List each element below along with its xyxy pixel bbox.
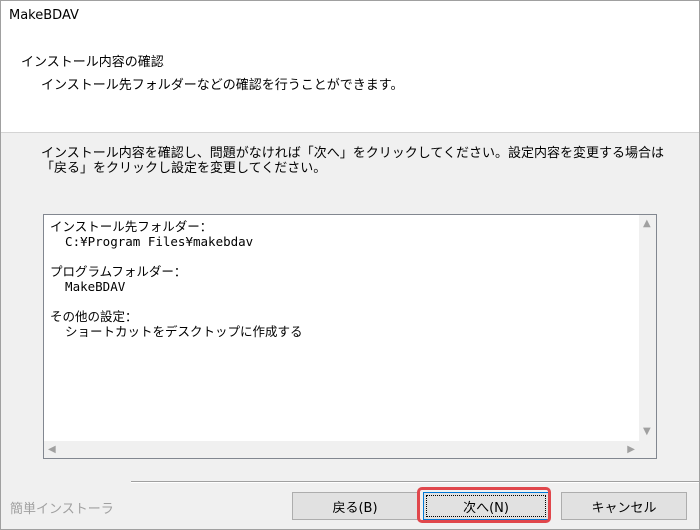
- vertical-scrollbar[interactable]: ▲ ▼: [639, 215, 656, 441]
- next-button-highlight: [417, 487, 551, 523]
- horizontal-scrollbar[interactable]: ◀ ▶: [44, 441, 639, 458]
- scroll-right-icon[interactable]: ▶: [627, 445, 635, 455]
- back-button[interactable]: 戻る(B): [292, 492, 418, 520]
- instruction-text: インストール内容を確認し、問題がなければ「次へ」をクリックしてください。設定内容…: [41, 146, 664, 176]
- summary-textbox[interactable]: インストール先フォルダー： C:¥Program Files¥makebdav …: [43, 214, 657, 459]
- summary-content: インストール先フォルダー： C:¥Program Files¥makebdav …: [50, 219, 303, 339]
- cancel-button[interactable]: キャンセル: [561, 492, 687, 520]
- footer-divider: [131, 481, 699, 483]
- title-bar: MakeBDAV: [1, 1, 699, 31]
- header-panel: インストール内容の確認 インストール先フォルダーなどの確認を行うことができます。: [1, 31, 699, 133]
- installer-window: MakeBDAV インストール内容の確認 インストール先フォルダーなどの確認を行…: [0, 0, 700, 530]
- scroll-left-icon[interactable]: ◀: [48, 445, 56, 455]
- footer-brand-label: 簡単インストーラ: [10, 502, 114, 517]
- scrollbar-corner: [639, 441, 656, 458]
- scroll-up-icon[interactable]: ▲: [643, 219, 651, 229]
- scroll-down-icon[interactable]: ▼: [643, 427, 651, 437]
- page-title: インストール内容の確認: [21, 55, 164, 70]
- page-subtitle: インストール先フォルダーなどの確認を行うことができます。: [41, 78, 404, 93]
- window-title: MakeBDAV: [9, 8, 79, 23]
